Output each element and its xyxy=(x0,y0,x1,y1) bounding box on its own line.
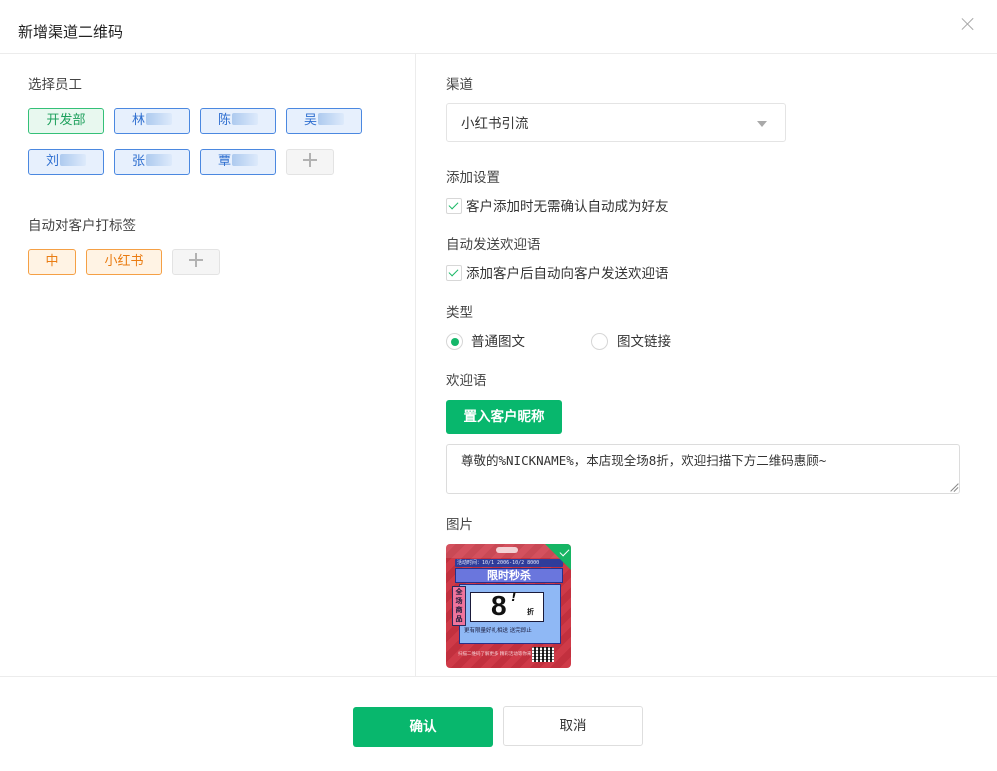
confirm-button[interactable]: 确认 xyxy=(353,707,493,747)
radio-dot-icon xyxy=(450,337,459,346)
cancel-button[interactable]: 取消 xyxy=(503,706,643,746)
auto-welcome-label: 自动发送欢迎语 xyxy=(446,237,541,253)
employee-tag-label: 开发部 xyxy=(46,113,86,128)
customer-tag-label: 小红书 xyxy=(104,254,144,269)
plus-icon xyxy=(303,153,317,167)
poster-headline: 限时秒杀 xyxy=(487,569,531,582)
add-employee-button[interactable] xyxy=(286,149,334,175)
image-label: 图片 xyxy=(446,517,473,533)
poster-discount-box: 8 ! 折 xyxy=(470,590,544,622)
employee-tag-label: 刘 xyxy=(45,154,59,169)
poster-discount-number: 8 xyxy=(491,590,507,621)
caret-down-icon xyxy=(757,121,767,127)
footer-divider xyxy=(0,676,997,677)
check-icon xyxy=(448,266,459,277)
qr-code-icon xyxy=(532,647,554,662)
poster-discount-unit: 折 xyxy=(527,608,534,616)
employee-tag[interactable]: 吴 xyxy=(286,108,362,134)
type-label: 类型 xyxy=(446,305,473,321)
redacted-name xyxy=(232,154,258,166)
customer-tag[interactable]: 中 xyxy=(28,249,76,275)
dialog-title: 新增渠道二维码 xyxy=(18,23,124,41)
redacted-name xyxy=(232,113,258,125)
type-radio-image-link[interactable] xyxy=(591,333,608,350)
employee-tag-label: 吴 xyxy=(303,113,317,128)
employee-tag-department[interactable]: 开发部 xyxy=(28,108,104,134)
welcome-image-thumbnail[interactable]: 活动时间：10/1 2006-10/2 8000 限时秒杀 全场商品 8 ! 折… xyxy=(446,544,571,668)
auto-friend-option-label: 客户添加时无需确认自动成为好友 xyxy=(466,199,669,215)
employee-tag-label: 陈 xyxy=(217,113,231,128)
resize-handle-icon[interactable] xyxy=(949,483,958,492)
auto-tag-label: 自动对客户打标签 xyxy=(28,218,136,234)
redacted-name xyxy=(146,154,172,166)
employee-tag[interactable]: 覃 xyxy=(200,149,276,175)
poster-exclamation: ! xyxy=(511,590,517,604)
poster-date-text: 活动时间：10/1 2006-10/2 8000 xyxy=(457,560,540,566)
customer-tag[interactable]: 小红书 xyxy=(86,249,162,275)
add-customer-tag-button[interactable] xyxy=(172,249,220,275)
type-radio-image-text[interactable] xyxy=(446,333,463,350)
auto-friend-checkbox[interactable] xyxy=(446,198,462,214)
customer-tag-label: 中 xyxy=(45,254,59,269)
redacted-name xyxy=(318,113,344,125)
employee-tag-label: 林 xyxy=(131,113,145,128)
auto-welcome-option-label: 添加客户后自动向客户发送欢迎语 xyxy=(466,266,669,282)
poster-footer-text: 扫描二维码了解更多 精彩活动等你来 xyxy=(458,652,532,657)
poster-gift-text: 更有限量好礼相送 送完即止 xyxy=(464,628,532,634)
column-divider xyxy=(415,54,416,676)
type-option-label: 图文链接 xyxy=(617,334,671,350)
insert-nickname-button[interactable]: 置入客户昵称 xyxy=(446,400,562,434)
dialog-header: 新增渠道二维码 xyxy=(0,0,997,54)
poster-logo xyxy=(496,547,518,553)
employee-tag[interactable]: 陈 xyxy=(200,108,276,134)
poster-side-label: 全场商品 xyxy=(452,586,466,626)
new-channel-qrcode-dialog: 新增渠道二维码 选择员工 开发部 林 陈 吴 刘 张 覃 自动对客户打标签 中 … xyxy=(0,0,997,771)
close-icon[interactable] xyxy=(961,17,975,31)
channel-selected-value: 小红书引流 xyxy=(461,116,529,132)
channel-label: 渠道 xyxy=(446,77,473,93)
employee-tag[interactable]: 林 xyxy=(114,108,190,134)
add-settings-label: 添加设置 xyxy=(446,170,500,186)
channel-select[interactable]: 小红书引流 xyxy=(446,103,786,142)
select-employee-label: 选择员工 xyxy=(28,77,82,93)
poster-headline-bar: 限时秒杀 xyxy=(455,568,563,583)
welcome-message-input[interactable] xyxy=(446,444,960,494)
redacted-name xyxy=(146,113,172,125)
redacted-name xyxy=(60,154,86,166)
employee-tag[interactable]: 张 xyxy=(114,149,190,175)
plus-icon xyxy=(189,253,203,267)
employee-tag-label: 覃 xyxy=(217,154,231,169)
welcome-label: 欢迎语 xyxy=(446,373,487,389)
auto-welcome-checkbox[interactable] xyxy=(446,265,462,281)
type-option-label: 普通图文 xyxy=(471,334,525,350)
employee-tag-label: 张 xyxy=(131,154,145,169)
employee-tag[interactable]: 刘 xyxy=(28,149,104,175)
poster-side-text: 全场商品 xyxy=(455,588,463,623)
check-icon xyxy=(448,199,459,210)
